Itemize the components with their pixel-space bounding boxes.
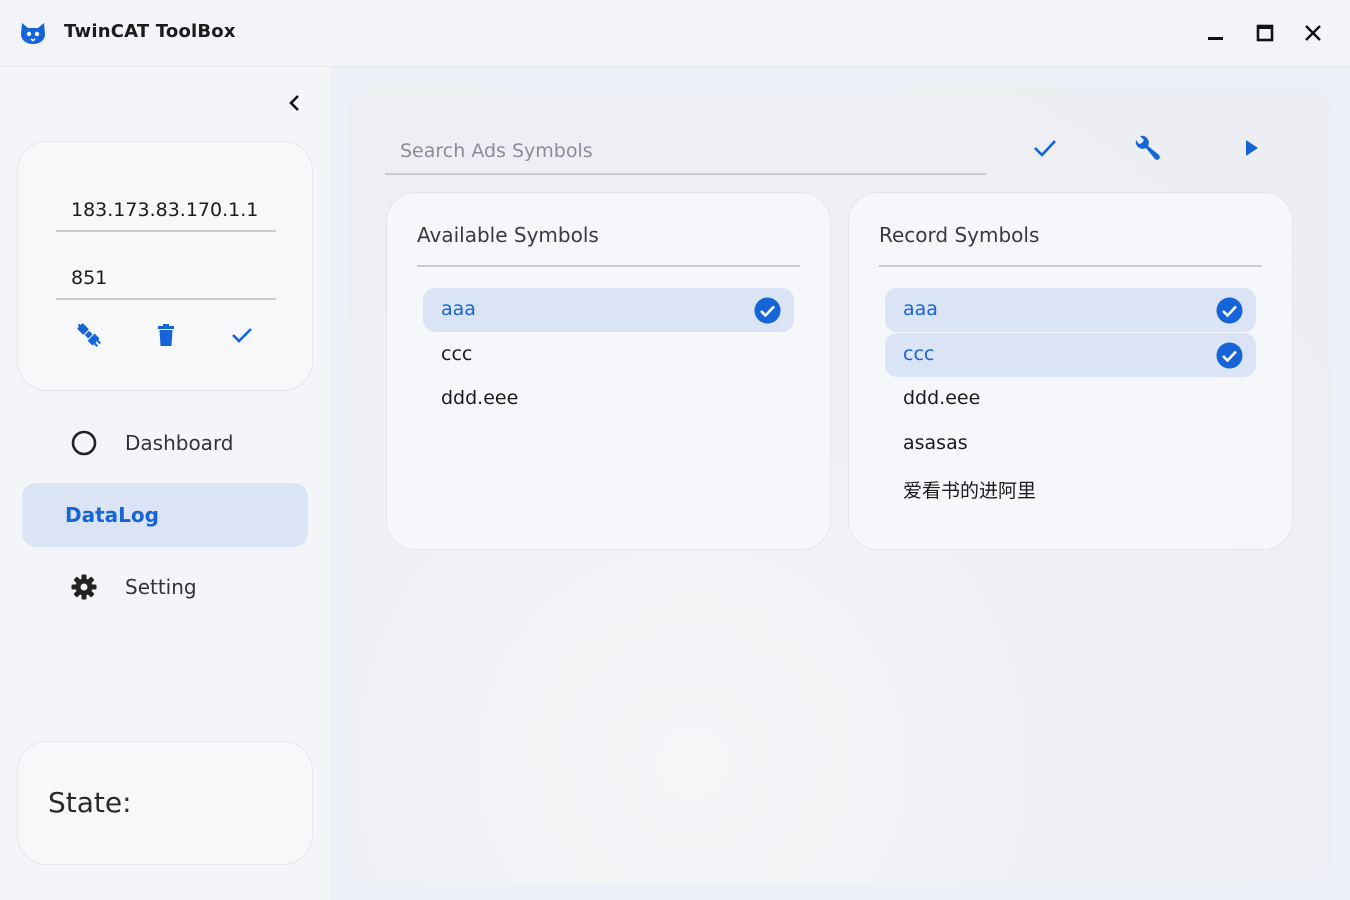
chevron-left-icon[interactable] — [283, 91, 307, 115]
nav-label-dashboard: Dashboard — [125, 431, 234, 455]
record-symbol-item[interactable]: asasas — [885, 422, 1256, 466]
check-icon[interactable] — [1030, 133, 1060, 163]
record-symbol-item[interactable]: aaa — [885, 288, 1256, 332]
trash-icon[interactable] — [151, 320, 181, 350]
nav-item-dashboard[interactable]: Dashboard — [22, 411, 308, 475]
divider — [417, 265, 800, 267]
check-circle-icon — [1216, 342, 1243, 369]
app-logo-icon — [21, 23, 45, 44]
record-symbol-item[interactable]: 爱看书的进阿里 — [885, 466, 1256, 510]
app-title: TwinCAT ToolBox — [64, 21, 236, 42]
plug-icon[interactable] — [74, 320, 104, 350]
available-symbol-item[interactable]: ddd.eee — [423, 377, 794, 421]
check-icon[interactable] — [227, 320, 257, 350]
sidebar: 183.173.83.170.1.1 851 Dashboard DataLog… — [0, 67, 330, 900]
symbol-label: ccc — [903, 343, 935, 365]
nav-item-setting[interactable]: Setting — [22, 555, 308, 619]
connection-card: 183.173.83.170.1.1 851 — [17, 141, 313, 391]
port-field[interactable]: 851 — [56, 256, 276, 300]
record-symbols-title: Record Symbols — [879, 223, 1040, 247]
record-symbol-item[interactable]: ccc — [885, 333, 1256, 377]
symbol-label: ddd.eee — [441, 387, 519, 409]
wrench-icon[interactable] — [1132, 133, 1162, 163]
symbol-label: aaa — [903, 298, 938, 320]
check-circle-icon — [1216, 297, 1243, 324]
nav-label-setting: Setting — [125, 575, 197, 599]
circle-outline-icon — [71, 430, 97, 456]
gear-icon — [71, 574, 97, 600]
available-symbols-card: Available Symbols aaa ccc ddd.eee — [386, 192, 831, 550]
divider — [879, 265, 1262, 267]
state-label: State: — [48, 786, 132, 819]
port-value: 851 — [71, 267, 108, 289]
play-icon[interactable] — [1236, 133, 1266, 163]
close-icon[interactable] — [1299, 19, 1327, 47]
available-symbol-item[interactable]: ccc — [423, 333, 794, 377]
symbol-label: asasas — [903, 432, 968, 454]
minimize-icon[interactable] — [1202, 19, 1230, 47]
symbol-label: ccc — [441, 343, 473, 365]
record-symbols-card: Record Symbols aaa ccc ddd.eee asasas 爱看… — [848, 192, 1293, 550]
check-circle-icon — [754, 297, 781, 324]
ip-address-field[interactable]: 183.173.83.170.1.1 — [56, 188, 276, 232]
state-card: State: — [17, 741, 313, 865]
nav-item-datalog[interactable]: DataLog — [22, 483, 308, 547]
symbol-label: 爱看书的进阿里 — [903, 480, 1037, 502]
nav-label-datalog: DataLog — [65, 503, 159, 527]
main-panel: Available Symbols aaa ccc ddd.eee Record… — [347, 85, 1333, 883]
maximize-icon[interactable] — [1251, 19, 1279, 47]
symbol-label: aaa — [441, 298, 476, 320]
search-field[interactable] — [385, 125, 986, 175]
available-symbol-item[interactable]: aaa — [423, 288, 794, 332]
search-input[interactable] — [385, 125, 986, 173]
record-symbol-item[interactable]: ddd.eee — [885, 377, 1256, 421]
available-symbols-title: Available Symbols — [417, 223, 599, 247]
symbol-label: ddd.eee — [903, 387, 981, 409]
ip-address-value: 183.173.83.170.1.1 — [71, 199, 259, 221]
title-bar: TwinCAT ToolBox — [0, 0, 1350, 67]
